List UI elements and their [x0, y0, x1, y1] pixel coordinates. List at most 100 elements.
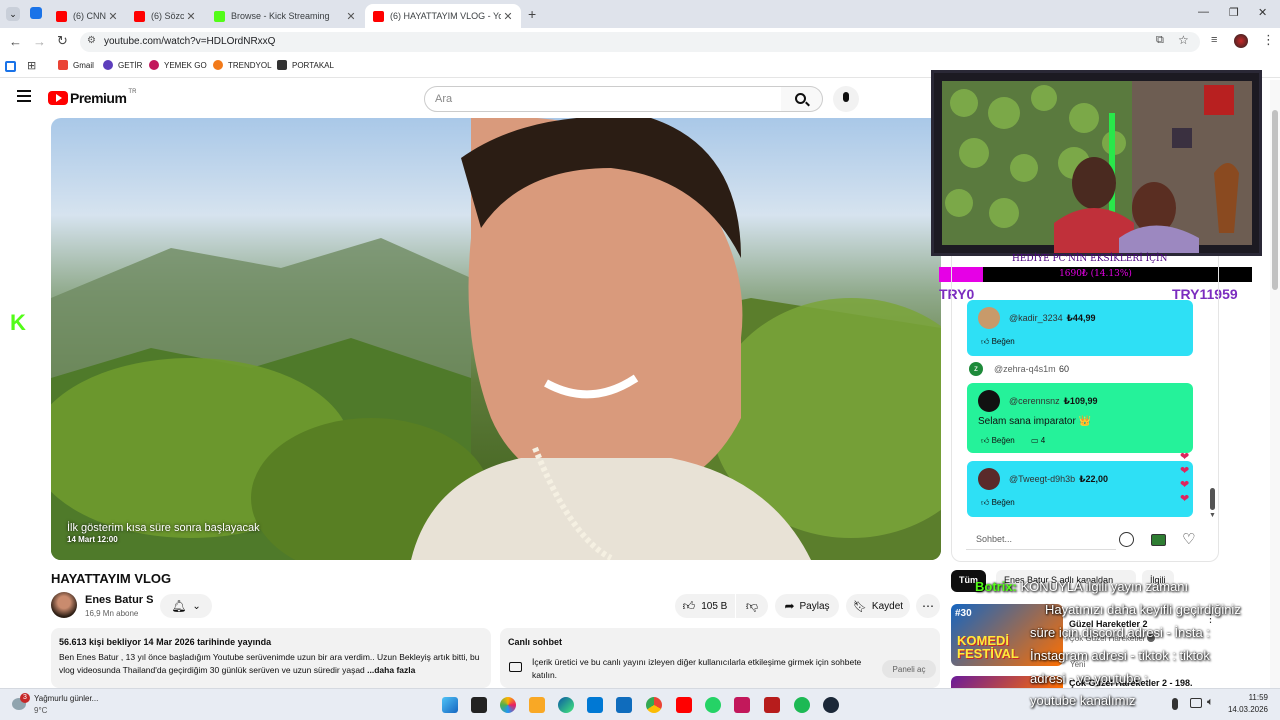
file-explorer-icon[interactable]	[529, 697, 545, 713]
chat-message-superchat: @cerennsnz ₺109,99 Selam sana imparator 👑…	[967, 383, 1193, 453]
close-icon[interactable]: ✕	[344, 10, 358, 23]
apps-grid-icon[interactable]: ⊞	[27, 59, 36, 72]
bookmark-trendyol[interactable]: TRENDYOL	[213, 60, 272, 70]
reload-icon[interactable]: ↻	[57, 33, 68, 49]
avatar[interactable]	[978, 307, 1000, 329]
bookmark-getir[interactable]: GETİR	[103, 60, 142, 70]
app-icon[interactable]	[764, 697, 780, 713]
edge-icon[interactable]	[558, 697, 574, 713]
like-button[interactable]: 👍︎ 105 B	[675, 594, 735, 618]
bookmark-yemekgo[interactable]: YEMEK GO	[149, 60, 207, 70]
heart-icon[interactable]: ♡	[1182, 530, 1195, 548]
install-icon[interactable]: ⧉	[1156, 34, 1164, 47]
tab-cnn[interactable]: (6) CNN T ✕	[48, 4, 126, 28]
close-window-button[interactable]: ✕	[1258, 6, 1267, 19]
clock-date[interactable]: 14.03.2026	[1222, 705, 1268, 714]
chat-username[interactable]: @kadir_3234 ₺44,99	[1009, 313, 1095, 324]
clock-time[interactable]: 11:59	[1232, 693, 1268, 702]
back-icon[interactable]: ←	[9, 34, 22, 49]
close-icon[interactable]: ✕	[184, 10, 198, 23]
chat-input-placeholder: Sohbet...	[976, 534, 1013, 544]
spotify-icon[interactable]	[794, 697, 810, 713]
chat-input[interactable]: Sohbet...	[966, 528, 1116, 550]
like-chat-button[interactable]: 👍︎ Beğen	[981, 436, 1015, 446]
start-icon[interactable]	[442, 697, 458, 713]
scrollbar-thumb[interactable]	[1272, 110, 1278, 290]
more-actions-button[interactable]: ⋯	[916, 594, 940, 618]
bookmark-portakal[interactable]: PORTAKAL	[277, 60, 334, 70]
bot-line: İnstagram adresi - tiktok : tiktok	[1030, 648, 1210, 663]
save-button[interactable]: 🔖︎ Kaydet	[846, 594, 910, 618]
steam-icon[interactable]	[823, 697, 839, 713]
sidebar-toggle-icon[interactable]	[5, 61, 16, 72]
site-info-icon[interactable]: ⚙	[87, 35, 96, 46]
dislike-button[interactable]: 👎︎	[736, 594, 768, 618]
reading-list-icon[interactable]: ≡	[1211, 34, 1217, 46]
volume-icon[interactable]: 🔈︎	[1207, 696, 1214, 709]
video-player[interactable]: İlk gösterim kısa süre sonra başlayacak …	[51, 118, 941, 560]
channel-avatar[interactable]	[51, 592, 77, 618]
super-chat-icon[interactable]	[1151, 534, 1166, 546]
open-panel-button[interactable]: Paneli aç	[882, 660, 936, 678]
whatsapp-icon[interactable]	[705, 697, 721, 713]
bookmark-label: TRENDYOL	[228, 60, 272, 70]
bot-text: KONUYLA ilgili yayın zamanı	[1020, 579, 1189, 594]
live-chat-box: Canlı sohbet İçerik üretici ve bu canlı …	[500, 628, 940, 688]
tab-sozcu[interactable]: (6) Sözcü ✕	[126, 4, 204, 28]
chat-username[interactable]: @zehra-q4s1m	[994, 364, 1056, 374]
share-button[interactable]: ➦ Paylaş	[775, 594, 839, 618]
search-button[interactable]	[781, 86, 823, 112]
minimize-button[interactable]: —	[1198, 6, 1209, 18]
chat-username[interactable]: @cerennsnz ₺109,99	[1009, 396, 1097, 407]
youtube-app-icon[interactable]	[676, 697, 692, 713]
tab-kick[interactable]: Browse - Kick Streaming ✕	[206, 4, 364, 28]
bookmark-gmail[interactable]: Gmail	[58, 60, 94, 70]
url-field[interactable]: ⚙ youtube.com/watch?v=HDLOrdNRxxQ ⧉ ☆	[80, 32, 1200, 52]
webcam-scene	[942, 81, 1252, 253]
microphone-tray-icon[interactable]	[1172, 698, 1178, 710]
network-icon[interactable]	[1190, 698, 1202, 708]
app-icon[interactable]	[734, 697, 750, 713]
chat-username[interactable]: @Tweegt-d9h3b ₺22,00	[1009, 474, 1108, 485]
pinned-tab-icon[interactable]	[30, 7, 42, 19]
avatar[interactable]: z	[969, 362, 983, 376]
premiere-time: 14 Mart 12:00	[67, 535, 118, 544]
like-chat-button[interactable]: 👍︎ Beğen	[981, 498, 1015, 508]
taskview-icon[interactable]	[471, 697, 487, 713]
youtube-logo[interactable]: Premium TR	[48, 89, 136, 106]
notification-bell-button[interactable]: 🔔︎ ⌄	[160, 594, 212, 618]
profile-avatar[interactable]	[1234, 34, 1248, 48]
chat-scrollbar[interactable]	[1210, 488, 1215, 510]
chrome-icon[interactable]	[646, 697, 662, 713]
description-box[interactable]: 56.613 kişi bekliyor 14 Mar 2026 tarihin…	[51, 628, 491, 688]
search-placeholder: Ara	[435, 93, 453, 105]
channel-name[interactable]: Enes Batur S	[85, 594, 153, 606]
close-icon[interactable]: ✕	[501, 10, 515, 23]
like-chat-button[interactable]: 👍︎ Beğen	[981, 337, 1015, 347]
close-icon[interactable]: ✕	[106, 10, 120, 23]
hamburger-menu-icon[interactable]	[17, 90, 31, 102]
reply-count[interactable]: ▭ 4	[1031, 436, 1045, 445]
chat-scroll-down-icon[interactable]: ▼	[1209, 512, 1216, 519]
tab-search-icon[interactable]: ⌄	[6, 7, 20, 21]
forward-icon[interactable]: →	[33, 34, 46, 49]
bot-name: Botrix:	[975, 579, 1017, 594]
bot-overlay-last-line: youtube kanalımız	[1030, 693, 1136, 708]
weather-widget[interactable]: 3 Yağmurlu günler... 9°C	[8, 692, 118, 718]
voice-search-button[interactable]	[833, 86, 859, 112]
restore-button[interactable]: ❐	[1229, 6, 1239, 19]
copilot-icon[interactable]	[500, 697, 516, 713]
search-input[interactable]: Ara	[424, 86, 782, 112]
description-text: Ben Enes Batur , 13 yıl önce başladığım …	[59, 651, 484, 677]
tab-youtube-active[interactable]: (6) HAYATTAYIM VLOG - YouTube ✕	[365, 4, 521, 28]
new-tab-button[interactable]: +	[528, 6, 536, 22]
emoji-icon[interactable]	[1119, 532, 1134, 547]
store-icon[interactable]	[587, 697, 603, 713]
bookmark-star-icon[interactable]: ☆	[1178, 33, 1189, 47]
avatar[interactable]	[978, 390, 1000, 412]
outlook-icon[interactable]	[616, 697, 632, 713]
avatar[interactable]	[978, 468, 1000, 490]
menu-icon[interactable]: ⋮	[1262, 32, 1275, 48]
youtube-header: Premium TR Ara	[0, 78, 930, 118]
show-more-link[interactable]: ...daha fazla	[367, 665, 415, 675]
